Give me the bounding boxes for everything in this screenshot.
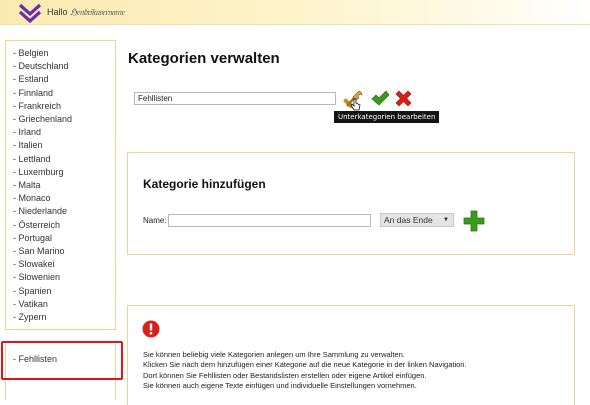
sidebar-item-country[interactable]: - Lettland: [13, 153, 115, 166]
info-line: Dort können Sie Fehllisten oder Bestands…: [143, 370, 427, 380]
new-category-name-input[interactable]: [168, 214, 371, 227]
sidebar-item-country[interactable]: - Spanien: [13, 285, 115, 298]
sidebar-item-country[interactable]: - Estland: [13, 73, 115, 86]
info-line: Klicken Sie nach dem hinzufügen einer Ka…: [143, 360, 467, 370]
top-bar: Hallo ℌ𝔢𝔫𝔡𝔯𝔦𝔨𝔲𝔰𝔢𝔯𝔫𝔞𝔪𝔢: [0, 0, 590, 25]
error-icon: [142, 320, 160, 338]
sidebar-item-country[interactable]: - Griechenland: [13, 113, 115, 126]
greeting-label: Hallo: [47, 7, 68, 17]
sidebar-item-fehllisten[interactable]: - Fehllisten: [13, 354, 57, 364]
tooltip-edit-subcategories: Unterkategorien bearbeiten: [334, 111, 440, 123]
sidebar-item-country[interactable]: - Monaco: [13, 192, 115, 205]
sidebar-item-country[interactable]: - Finnland: [13, 87, 115, 100]
category-name-input[interactable]: [134, 92, 336, 105]
position-select-value: An das Ende: [384, 215, 433, 225]
info-line: Sie können beliebig viele Kategorien anl…: [143, 350, 405, 359]
double-chevron-logo-icon[interactable]: [18, 3, 42, 23]
cross-icon[interactable]: [394, 89, 413, 108]
position-select[interactable]: An das Ende ▼: [380, 213, 454, 227]
info-text: Sie können beliebig viele Kategorien anl…: [143, 350, 467, 391]
sidebar-item-country[interactable]: - Belgien: [13, 47, 115, 60]
sidebar-item-country[interactable]: - Italien: [13, 139, 115, 152]
info-line: Sie können auch eigene Texte einfügen un…: [143, 380, 417, 390]
sidebar-item-country[interactable]: - Portugal: [13, 232, 115, 245]
sidebar-item-country[interactable]: - San Marino: [13, 245, 115, 258]
section-title-add-category: Kategorie hinzufügen: [143, 177, 266, 191]
sidebar-item-country[interactable]: - Deutschland: [13, 60, 115, 73]
sidebar-item-country[interactable]: - Frankreich: [13, 100, 115, 113]
sidebar-item-country[interactable]: - Zypern: [13, 311, 115, 324]
sidebar-item-country[interactable]: - Malta: [13, 179, 115, 192]
sidebar-item-country[interactable]: - Österreich: [13, 219, 115, 232]
name-label: Name:: [143, 216, 167, 225]
sidebar-item-country[interactable]: - Irland: [13, 126, 115, 139]
dropdown-arrow-icon: ▼: [443, 217, 449, 223]
cursor-icon: [350, 98, 361, 111]
sidebar-item-country[interactable]: - Slowenien: [13, 271, 115, 284]
checkmark-icon[interactable]: [371, 90, 390, 107]
plus-icon[interactable]: [463, 210, 485, 232]
country-list: - Belgien - Deutschland - Estland - Finnlan…: [6, 41, 115, 324]
greeting-text: Hallo ℌ𝔢𝔫𝔡𝔯𝔦𝔨𝔲𝔰𝔢𝔯𝔫𝔞𝔪𝔢: [47, 7, 125, 18]
add-category-panel: [127, 152, 575, 255]
user-name: ℌ𝔢𝔫𝔡𝔯𝔦𝔨𝔲𝔰𝔢𝔯𝔫𝔞𝔪𝔢: [70, 7, 125, 17]
sidebar-item-country[interactable]: - Vatikan: [13, 298, 115, 311]
sidebar-countries: - Belgien - Deutschland - Estland - Finnlan…: [5, 40, 116, 330]
sidebar-item-country[interactable]: - Luxemburg: [13, 166, 115, 179]
sidebar-item-country[interactable]: - Niederlande: [13, 205, 115, 218]
sidebar-item-country[interactable]: - Slowakei: [13, 258, 115, 271]
page-title: Kategorien verwalten: [128, 50, 280, 67]
